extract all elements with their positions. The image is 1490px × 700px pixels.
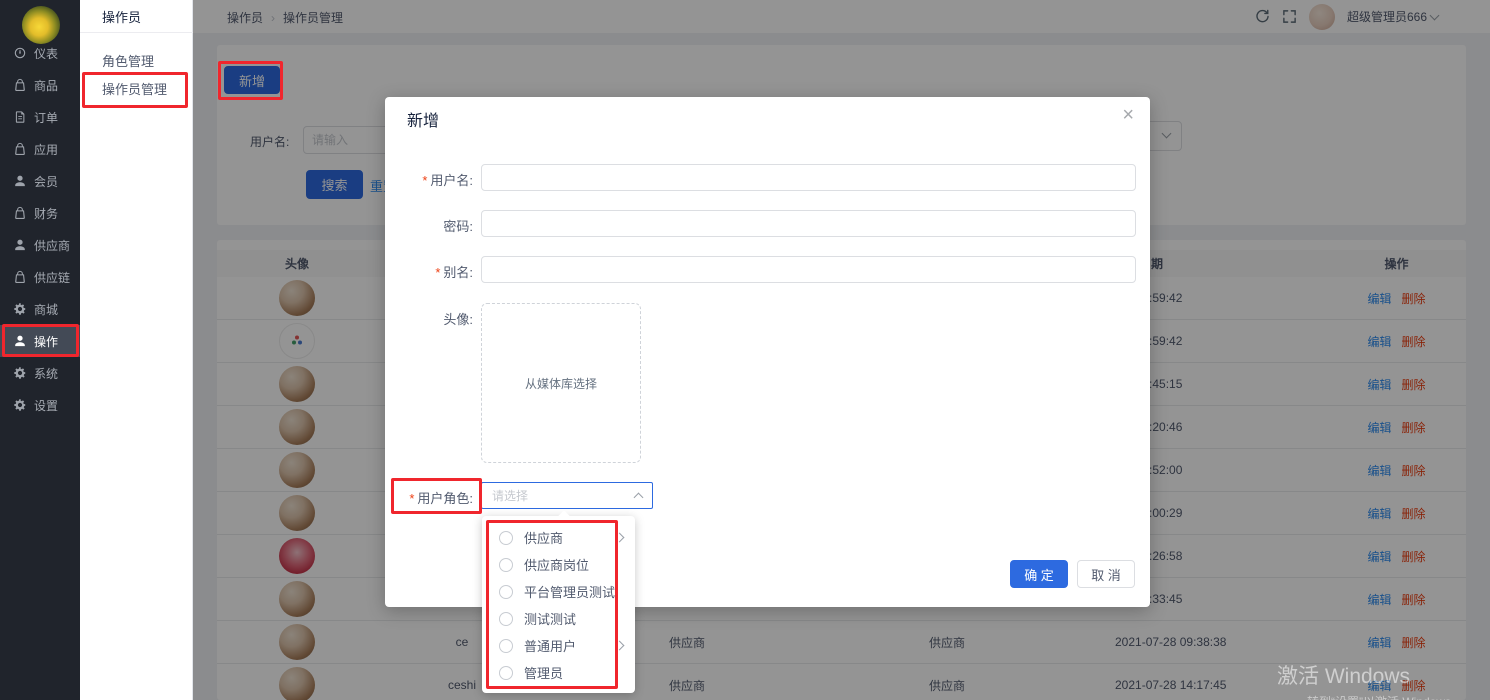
role-option-label: 供应商 <box>524 528 616 547</box>
radio-icon <box>499 666 513 680</box>
sidebar-item-label: 财务 <box>34 205 58 222</box>
sidebar-items: 仪表商品订单应用会员财务供应商供应链商城操作系统设置 <box>0 37 80 421</box>
person-icon <box>13 238 27 252</box>
gear-icon <box>13 366 27 380</box>
gear-icon <box>13 398 27 412</box>
screen: 仪表商品订单应用会员财务供应商供应链商城操作系统设置 操作员 角色管理操作员管理… <box>0 0 1490 700</box>
role-option-supplier[interactable]: 供应商 <box>482 524 635 551</box>
required-mark: * <box>435 265 440 280</box>
alias-label: *别名: <box>385 262 473 281</box>
cancel-button[interactable]: 取 消 <box>1077 560 1135 588</box>
avatar-media-picker[interactable]: 从媒体库选择 <box>481 303 641 463</box>
bag-icon <box>13 206 27 220</box>
username-label: *用户名: <box>385 170 473 189</box>
sidebar-item-finance[interactable]: 财务 <box>0 197 80 229</box>
role-option-normal-user[interactable]: 普通用户 <box>482 632 635 659</box>
sidebar-item-members[interactable]: 会员 <box>0 165 80 197</box>
user-role-label: *用户角色: <box>385 488 473 507</box>
role-option-supplier-post[interactable]: 供应商岗位 <box>482 551 635 578</box>
sidebar-item-label: 商品 <box>34 77 58 94</box>
gauge-icon <box>13 46 27 60</box>
primary-sidebar: 仪表商品订单应用会员财务供应商供应链商城操作系统设置 <box>0 0 80 700</box>
radio-icon <box>499 558 513 572</box>
role-option-platform-admin-test[interactable]: 平台管理员测试 <box>482 578 635 605</box>
sidebar-item-suppliers[interactable]: 供应商 <box>0 229 80 261</box>
bag-icon <box>13 142 27 156</box>
avatar-picker-label: 从媒体库选择 <box>525 375 597 392</box>
sidebar-item-label: 系统 <box>34 365 58 382</box>
bag-icon <box>13 78 27 92</box>
sidebar-item-settings[interactable]: 设置 <box>0 389 80 421</box>
password-field[interactable] <box>481 210 1136 237</box>
sidebar-item-label: 应用 <box>34 141 58 158</box>
sidebar-item-label: 商城 <box>34 301 58 318</box>
sidebar-item-label: 仪表 <box>34 45 58 62</box>
role-option-label: 平台管理员测试 <box>524 582 623 601</box>
sidebar-item-goods[interactable]: 商品 <box>0 69 80 101</box>
document-icon <box>13 110 27 124</box>
sidebar-item-mall[interactable]: 商城 <box>0 293 80 325</box>
sidebar-item-label: 订单 <box>34 109 58 126</box>
submenu-item-operator-management[interactable]: 操作员管理 <box>102 80 167 100</box>
required-mark: * <box>422 173 427 188</box>
radio-icon <box>499 612 513 626</box>
sidebar-item-label: 操作 <box>34 333 58 350</box>
password-label: 密码: <box>385 216 473 235</box>
role-option-label: 测试测试 <box>524 609 623 628</box>
person-icon <box>13 174 27 188</box>
role-option-label: 管理员 <box>524 663 623 682</box>
user-role-select[interactable]: 请选择 <box>481 482 653 509</box>
role-option-label: 普通用户 <box>524 636 616 655</box>
role-option-test-test[interactable]: 测试测试 <box>482 605 635 632</box>
submenu-divider <box>80 32 193 33</box>
bag-icon <box>13 270 27 284</box>
username-field[interactable] <box>481 164 1136 191</box>
radio-icon <box>499 531 513 545</box>
alias-field[interactable] <box>481 256 1136 283</box>
required-mark: * <box>409 491 414 506</box>
close-icon[interactable]: × <box>1122 105 1134 125</box>
chevron-up-icon <box>634 492 644 502</box>
modal-title: 新增 <box>407 107 439 131</box>
secondary-sidebar: 操作员 角色管理操作员管理 <box>80 0 193 700</box>
dropdown-options: 供应商供应商岗位平台管理员测试测试测试普通用户管理员 <box>482 524 635 686</box>
user-role-dropdown: 供应商供应商岗位平台管理员测试测试测试普通用户管理员 <box>482 516 635 693</box>
radio-icon <box>499 639 513 653</box>
person-icon <box>13 334 27 348</box>
sidebar-item-system[interactable]: 系统 <box>0 357 80 389</box>
submenu-item-role-management[interactable]: 角色管理 <box>102 52 154 72</box>
sidebar-item-apps[interactable]: 应用 <box>0 133 80 165</box>
sidebar-item-orders[interactable]: 订单 <box>0 101 80 133</box>
submenu-title: 操作员 <box>102 7 141 26</box>
role-option-label: 供应商岗位 <box>524 555 623 574</box>
chevron-right-icon <box>615 533 625 543</box>
sidebar-item-supply-chain[interactable]: 供应链 <box>0 261 80 293</box>
sidebar-item-operations[interactable]: 操作 <box>0 325 80 357</box>
sidebar-item-label: 设置 <box>34 397 58 414</box>
sidebar-item-label: 会员 <box>34 173 58 190</box>
sidebar-item-label: 供应商 <box>34 237 70 254</box>
gear-icon <box>13 302 27 316</box>
avatar-label: 头像: <box>385 309 473 328</box>
chevron-right-icon <box>615 641 625 651</box>
sidebar-item-label: 供应链 <box>34 269 70 286</box>
radio-icon <box>499 585 513 599</box>
ok-button[interactable]: 确 定 <box>1010 560 1068 588</box>
role-select-placeholder: 请选择 <box>492 487 528 504</box>
sidebar-item-dashboard[interactable]: 仪表 <box>0 37 80 69</box>
role-option-admin[interactable]: 管理员 <box>482 659 635 686</box>
